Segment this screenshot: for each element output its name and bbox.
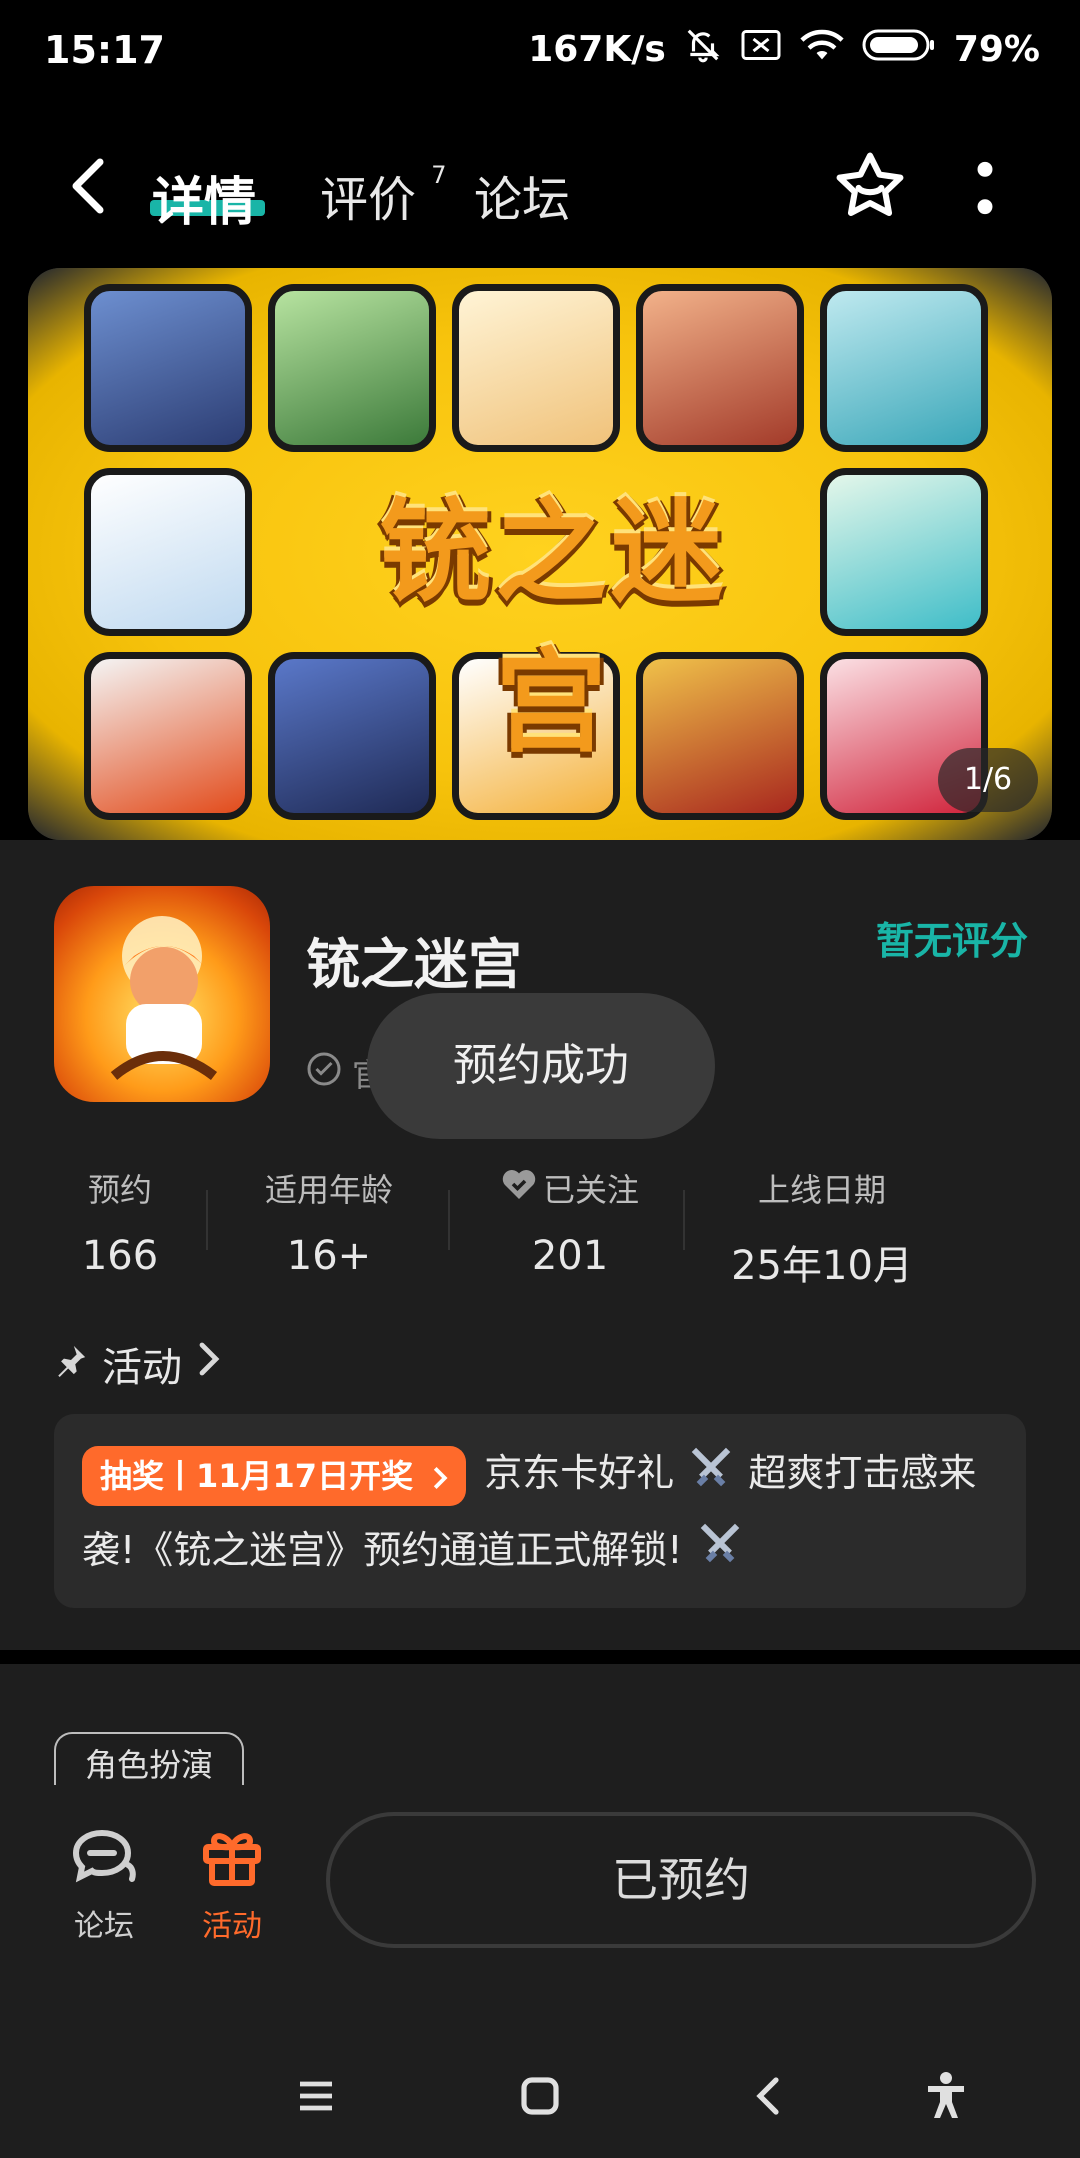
stat-label: 预约 (87, 1171, 152, 1209)
banner-game-logo: 铳之迷宫 (379, 488, 727, 768)
stat-label: 已关注 (542, 1171, 639, 1209)
stat-label: 适用年龄 (264, 1171, 393, 1209)
hero-tile (268, 284, 436, 452)
app-name: 铳之迷宫 (306, 933, 522, 996)
hero-tile (452, 284, 620, 452)
hero-tile (636, 284, 804, 452)
hero-tile (84, 652, 252, 820)
crossed-swords-icon (695, 1515, 745, 1589)
tab-reviews-label: 评价 (320, 172, 417, 228)
lottery-badge-label: 抽奖丨11月17日开奖 (100, 1456, 414, 1495)
screenshot-carousel[interactable]: 铳之迷宫 1/6 (28, 268, 1052, 840)
crossed-swords-icon (686, 1439, 736, 1513)
reviews-count-badge: 7 (431, 161, 447, 189)
lottery-badge[interactable]: 抽奖丨11月17日开奖 (82, 1445, 467, 1506)
stat-value: 201 (531, 1233, 609, 1279)
net-speed: 167K/s (528, 29, 666, 70)
stat-divider (206, 1190, 208, 1250)
hero-tile (820, 468, 988, 636)
home-icon[interactable] (510, 2066, 570, 2126)
activity-text-1: 京东卡好礼 (484, 1451, 675, 1495)
section-separator (0, 1650, 1080, 1664)
sim-off-icon (740, 27, 782, 72)
pin-icon (54, 1341, 88, 1387)
status-icons: 167K/s 79% (528, 26, 1040, 73)
app-icon (54, 886, 270, 1102)
wifi-icon (800, 27, 844, 72)
activity-card[interactable]: 抽奖丨11月17日开奖 京东卡好礼 超爽打击感来袭!《铳之迷宫》预约通道正式解锁… (54, 1414, 1026, 1608)
activity-button[interactable]: 活动 (172, 1825, 292, 1945)
stat-divider (683, 1190, 685, 1250)
stat-age-rating: 适用年龄 16+ (244, 1165, 414, 1279)
chevron-right-icon (196, 1341, 220, 1387)
gift-icon (200, 1833, 264, 1893)
hero-tile (636, 652, 804, 820)
rating-label: 暂无评分 (875, 919, 1028, 963)
bell-muted-icon (684, 26, 722, 73)
battery-level: 79% (953, 29, 1040, 70)
stat-value: 16+ (286, 1233, 372, 1279)
forum-button[interactable]: 论坛 (44, 1825, 164, 1945)
stat-label-row: 已关注 (484, 1165, 656, 1211)
stat-value: 25年10月 (731, 1243, 913, 1289)
back-icon[interactable] (66, 154, 110, 222)
status-bar: 15:17 167K/s 79% (0, 0, 1080, 110)
stat-followers[interactable]: 已关注 201 (484, 1165, 656, 1279)
favorite-star-icon[interactable] (832, 148, 908, 228)
activity-heading: 活动 (102, 1345, 182, 1391)
activity-header[interactable]: 活动 (54, 1335, 220, 1393)
stat-label: 上线日期 (757, 1171, 886, 1209)
stat-value: 166 (81, 1233, 159, 1279)
reserved-button[interactable]: 已预约 (326, 1812, 1036, 1948)
stat-divider (448, 1190, 450, 1250)
nav-back-icon[interactable] (740, 2066, 800, 2126)
hero-tile (268, 652, 436, 820)
stat-reservations: 预约 166 (60, 1165, 180, 1279)
forum-chat-icon (68, 1829, 140, 1893)
carousel-counter: 1/6 (938, 748, 1038, 812)
more-menu-icon[interactable] (970, 160, 1000, 220)
status-time: 15:17 (44, 28, 165, 72)
battery-icon (862, 27, 936, 72)
accessibility-icon[interactable] (916, 2066, 976, 2126)
check-circle-icon (306, 1051, 342, 1095)
toast-message: 预约成功 (367, 993, 715, 1139)
tab-details[interactable]: 详情 (152, 160, 256, 235)
stat-release-date: 上线日期 25年10月 (724, 1165, 920, 1291)
tab-forum[interactable]: 论坛 (474, 160, 570, 230)
forum-label: 论坛 (74, 1909, 134, 1944)
top-nav: 详情 评价 7 论坛 (0, 110, 1080, 260)
heart-check-icon (501, 1167, 537, 1209)
menu-icon[interactable] (286, 2066, 346, 2126)
hero-tile (820, 284, 988, 452)
tab-reviews[interactable]: 评价 7 (320, 160, 447, 230)
activity-label: 活动 (202, 1909, 262, 1944)
activity-text: 抽奖丨11月17日开奖 京东卡好礼 超爽打击感来袭!《铳之迷宫》预约通道正式解锁… (82, 1436, 1012, 1589)
hero-tile (84, 284, 252, 452)
hero-tile (84, 468, 252, 636)
